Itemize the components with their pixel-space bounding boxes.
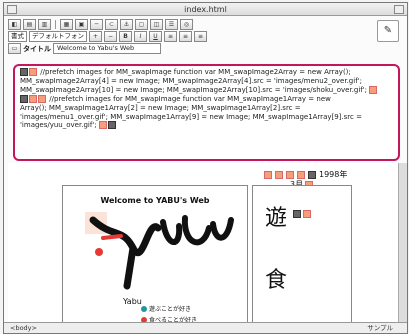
toolbar-row-2: 書式 デフォルトフォン + − B I U ≡ ≡ ≡: [8, 31, 207, 42]
code-line: Array(); MM_swapImage1Array[2] = new Ima…: [20, 104, 393, 113]
logo-accent: [101, 234, 123, 240]
frame-icon[interactable]: ◫: [150, 19, 163, 30]
code-text: 'images/menu1_over.gif'; MM_swapImage1Ar…: [20, 112, 362, 121]
menu-label: 遊ぶことが好き: [149, 306, 192, 313]
image-icon[interactable]: ▣: [75, 19, 88, 30]
logo-stroke: [210, 217, 234, 241]
code-line: //prefetch images for MM_swapImage funct…: [20, 68, 393, 77]
tag-icon: [297, 170, 305, 179]
code-line: MM_swapImage2Array[4] = new Image; MM_sw…: [20, 77, 393, 86]
bold-button[interactable]: B: [119, 31, 132, 42]
form-icon[interactable]: ▢: [135, 19, 148, 30]
tag-icon: [369, 85, 378, 94]
code-text: MM_swapImage2Array[10] = new Image; MM_s…: [20, 85, 368, 94]
design-canvas[interactable]: 1998年 3月 Welcome to YABU's Web Yabu 遊ぶこと…: [8, 163, 403, 323]
split-view-icon[interactable]: ▥: [38, 19, 51, 30]
code-text: MM_swapImage2Array[4] = new Image; MM_sw…: [20, 76, 362, 85]
size-up-icon[interactable]: +: [89, 31, 102, 42]
page-icon: ▭: [8, 43, 21, 54]
logo-stroke: [181, 215, 212, 246]
tag-icon: [98, 121, 107, 130]
code-view-icon[interactable]: ▤: [23, 19, 36, 30]
code-text: //prefetch images for MM_swapImage funct…: [40, 68, 351, 76]
code-panel[interactable]: //prefetch images for MM_swapImage funct…: [13, 64, 400, 161]
tag-icon: [275, 170, 283, 179]
list-icon[interactable]: ☰: [165, 19, 178, 30]
tag-icon: [293, 210, 301, 218]
window-title: index.html: [184, 4, 227, 14]
tag-icon: [29, 68, 37, 76]
logo-text: Yabu: [122, 297, 142, 306]
size-down-icon[interactable]: −: [104, 31, 117, 42]
tag-icon: [107, 121, 116, 130]
link-icon[interactable]: ⊂: [105, 19, 118, 30]
yabu-logo: Yabu: [85, 212, 234, 306]
align-right-icon[interactable]: ≡: [194, 31, 207, 42]
tag-icon: [303, 210, 311, 218]
toolbar-row-1: ◧ ▤ ▥ ▦ ▣ ─ ⊂ ⚓ ▢ ◫ ☰ ◎: [8, 19, 193, 30]
rule-icon[interactable]: ─: [90, 19, 103, 30]
zoom-box-icon[interactable]: [394, 5, 404, 14]
tag-icon: [20, 94, 28, 103]
code-line: MM_swapImage2Array[10] = new Image; MM_s…: [20, 85, 393, 95]
site-icon[interactable]: ✎: [377, 20, 399, 42]
title-row: ▭ タイトル Welcome to Yabu's Web: [8, 43, 161, 54]
menu-item-play[interactable]: 遊ぶことが好き: [141, 304, 191, 313]
align-center-icon[interactable]: ≡: [179, 31, 192, 42]
view-mode-icon[interactable]: ◧: [8, 19, 21, 30]
code-line: //prefetch images for MM_swapImage funct…: [20, 94, 393, 104]
title-label: タイトル: [23, 44, 51, 53]
tag-icon: [20, 68, 28, 76]
align-left-icon[interactable]: ≡: [164, 31, 177, 42]
year-text: 1998年: [319, 170, 348, 179]
underline-button[interactable]: U: [149, 31, 162, 42]
code-text: 'images/yuu_over.gif';: [20, 121, 97, 130]
tag-icon: [286, 170, 294, 179]
welcome-heading: Welcome to YABU's Web: [100, 196, 210, 205]
logo-stroke: [160, 219, 183, 245]
code-text: Array(); MM_swapImage1Array[2] = new Ima…: [20, 103, 301, 112]
tag-icon: [264, 170, 272, 179]
logo-dot: [95, 248, 103, 256]
vertical-scrollbar[interactable]: [398, 163, 407, 323]
kanji-play: 遊: [265, 206, 288, 231]
status-right: サンプル: [367, 324, 393, 332]
code-line: 'images/menu1_over.gif'; MM_swapImage1Ar…: [20, 113, 393, 122]
code-line: 'images/yuu_over.gif';: [20, 121, 393, 130]
tag-icon: [29, 94, 37, 103]
code-text: //prefetch images for MM_swapImage funct…: [49, 94, 331, 103]
status-tag[interactable]: <body>: [10, 323, 37, 333]
anchor-icon[interactable]: ⚓: [120, 19, 133, 30]
logo-stroke: [123, 244, 137, 290]
kanji-eat: 食: [265, 268, 288, 293]
italic-button[interactable]: I: [134, 31, 147, 42]
close-box-icon[interactable]: [7, 5, 17, 14]
format-select[interactable]: 書式: [8, 31, 27, 42]
editor-window: index.html ◧ ▤ ▥ ▦ ▣ ─ ⊂ ⚓ ▢ ◫ ☰ ◎ 書式 デフ…: [3, 2, 408, 334]
tag-icon: [38, 94, 46, 103]
font-select[interactable]: デフォルトフォン: [29, 31, 87, 42]
bullet-icon: [141, 305, 147, 312]
welcome-table: Welcome to YABU's Web Yabu 遊ぶことが好き 食べること…: [62, 185, 248, 323]
tag-icon: [308, 170, 316, 179]
preview-icon[interactable]: ◎: [180, 19, 193, 30]
title-bar[interactable]: index.html: [4, 3, 407, 16]
side-table: 遊 食: [252, 185, 352, 323]
status-bar: <body> サンプル: [4, 322, 407, 333]
table-icon[interactable]: ▦: [60, 19, 73, 30]
separator: [55, 20, 56, 29]
title-field[interactable]: Welcome to Yabu's Web: [53, 43, 161, 54]
